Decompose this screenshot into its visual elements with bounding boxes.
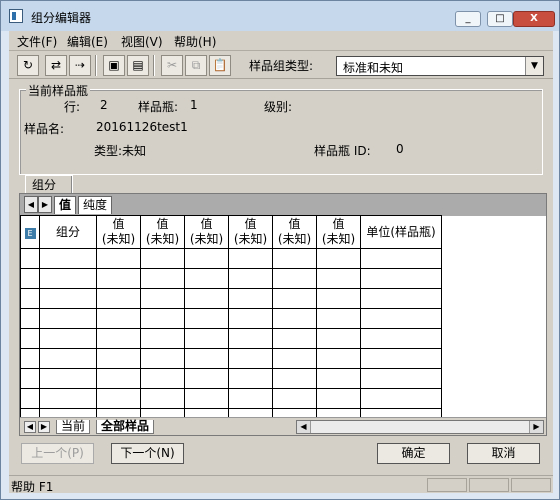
table-corner: E	[20, 215, 40, 249]
table-row[interactable]	[20, 248, 442, 269]
tab-purity[interactable]: 纯度	[78, 196, 113, 214]
component-table: E 组分 值 (未知) 值 (未知) 值 (未知) 值 (未知) 值 (未知) …	[20, 215, 442, 429]
menu-file[interactable]: 文件(F)	[17, 33, 57, 50]
toolbar: ↻ ⇄ ⇢ ▣ ▤ ✂ ⧉ 📋 样品组类型: 标准和未知 ▼	[9, 51, 553, 79]
table-row[interactable]	[20, 388, 442, 409]
vial-id-label: 样品瓶 ID:	[314, 144, 371, 158]
tab-left-arrow-icon[interactable]: ◀	[24, 196, 38, 213]
bottom-tab-left-icon[interactable]: ◀	[24, 421, 36, 433]
close-button[interactable]: X	[513, 11, 555, 27]
status-segment	[469, 478, 509, 492]
status-help: 帮助 F1	[11, 480, 54, 494]
tab-value[interactable]: 值	[54, 196, 77, 214]
scroll-left-icon[interactable]: ◀	[297, 421, 311, 433]
copy-icon[interactable]: ⧉	[185, 55, 207, 76]
tab-all-samples[interactable]: 全部样品	[96, 420, 155, 434]
sample-prev-icon[interactable]: ▤	[127, 55, 149, 76]
cut-icon[interactable]: ✂	[161, 55, 183, 76]
tab-component[interactable]: 组分	[25, 175, 73, 194]
sample-group-type-select[interactable]: 标准和未知 ▼	[336, 56, 544, 76]
sample-group-type-label: 样品组类型:	[249, 59, 314, 73]
status-segment	[511, 478, 551, 492]
table-header-row: E 组分 值 (未知) 值 (未知) 值 (未知) 值 (未知) 值 (未知) …	[20, 215, 442, 249]
previous-button[interactable]: 上一个(P)	[21, 443, 94, 464]
column-header[interactable]: 单位(样品瓶)	[360, 215, 442, 249]
menu-edit[interactable]: 编辑(E)	[67, 33, 108, 50]
toolbar-separator	[153, 55, 155, 76]
column-header[interactable]: 值 (未知)	[316, 215, 361, 249]
sample-name-value: 20161126test1	[96, 120, 188, 134]
sample-group-type-value: 标准和未知	[343, 61, 404, 75]
vial-id-value: 0	[396, 142, 404, 156]
component-transfer-icon[interactable]: ⇢	[69, 55, 91, 76]
column-header[interactable]: 值 (未知)	[184, 215, 229, 249]
sample-next-icon[interactable]: ▣	[103, 55, 125, 76]
row-label: 行:	[64, 100, 81, 114]
table-row[interactable]	[20, 348, 442, 369]
component-link-icon[interactable]: ⇄	[45, 55, 67, 76]
current-sample-title: 当前样品瓶	[26, 82, 91, 99]
tab-right-arrow-icon[interactable]: ▶	[38, 196, 52, 213]
column-header[interactable]: 值 (未知)	[96, 215, 141, 249]
table-row[interactable]	[20, 288, 442, 309]
refresh-icon[interactable]: ↻	[17, 55, 39, 76]
status-bar: 帮助 F1	[9, 475, 553, 494]
current-sample-group: 当前样品瓶 行: 2 样品瓶: 1 级别: 样品名: 20161126test1…	[19, 82, 543, 175]
column-header[interactable]: 值 (未知)	[140, 215, 185, 249]
subtab-bar: ◀ ▶ 值 纯度	[20, 194, 546, 216]
column-header[interactable]: 值 (未知)	[228, 215, 273, 249]
chevron-down-icon[interactable]: ▼	[525, 57, 543, 75]
ok-button[interactable]: 确定	[377, 443, 450, 464]
component-editor-window: 组分编辑器 _ □ X 文件(F) 编辑(E) 视图(V) 帮助(H) ↻ ⇄ …	[0, 0, 560, 500]
bottom-tab-right-icon[interactable]: ▶	[38, 421, 50, 433]
paste-icon[interactable]: 📋	[209, 55, 231, 76]
title-bar: 组分编辑器 _ □ X	[1, 1, 559, 31]
window-title: 组分编辑器	[31, 11, 92, 25]
menu-help[interactable]: 帮助(H)	[174, 33, 216, 50]
maximize-button[interactable]: □	[487, 11, 513, 27]
vial-label: 样品瓶:	[138, 100, 179, 114]
grid-icon: E	[24, 227, 36, 239]
table-row[interactable]	[20, 368, 442, 389]
vial-value: 1	[190, 98, 198, 112]
editor-content: 当前样品瓶 行: 2 样品瓶: 1 级别: 样品名: 20161126test1…	[9, 79, 553, 475]
sample-name-label: 样品名:	[24, 122, 65, 136]
column-header[interactable]: 组分	[39, 215, 97, 249]
scroll-right-icon[interactable]: ▶	[529, 421, 543, 433]
tab-current[interactable]: 当前	[56, 420, 91, 434]
toolbar-separator	[95, 55, 97, 76]
bottom-tab-strip: ◀ ▶ 当前 全部样品 ◀ ▶	[20, 417, 546, 435]
row-value: 2	[100, 98, 108, 112]
menu-bar: 文件(F) 编辑(E) 视图(V) 帮助(H)	[9, 31, 553, 51]
horizontal-scrollbar[interactable]: ◀ ▶	[296, 420, 544, 434]
level-label: 级别:	[264, 100, 293, 114]
table-row[interactable]	[20, 268, 442, 289]
table-row[interactable]	[20, 308, 442, 329]
type-text: 类型:未知	[94, 144, 147, 158]
next-button[interactable]: 下一个(N)	[111, 443, 184, 464]
app-icon	[9, 9, 23, 23]
column-header[interactable]: 值 (未知)	[272, 215, 317, 249]
menu-view[interactable]: 视图(V)	[121, 33, 163, 50]
component-grid: ◀ ▶ 值 纯度 E 组分 值 (未知) 值 (未知) 值 (未知) 值 (未知…	[19, 193, 547, 436]
table-row[interactable]	[20, 328, 442, 349]
minimize-button[interactable]: _	[455, 11, 481, 27]
status-segment	[427, 478, 467, 492]
cancel-button[interactable]: 取消	[467, 443, 540, 464]
